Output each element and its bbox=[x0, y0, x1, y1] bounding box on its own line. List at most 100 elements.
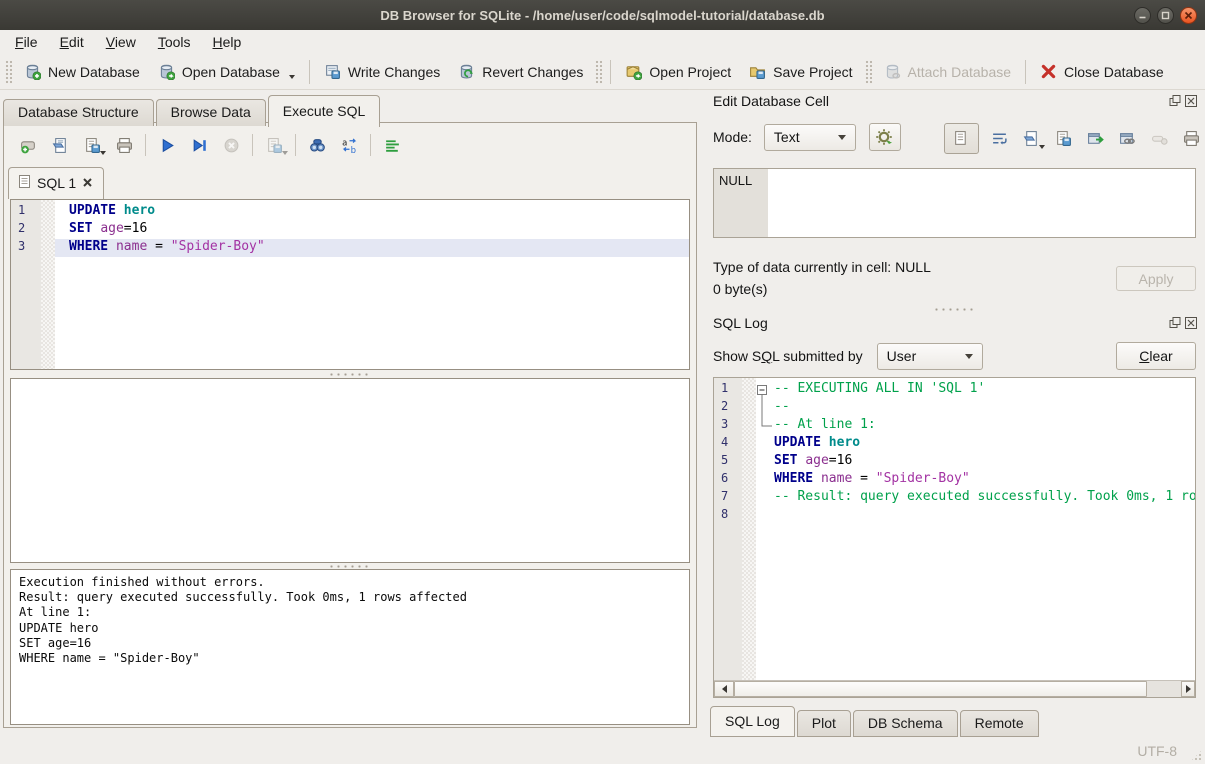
auto-format-button[interactable] bbox=[379, 132, 405, 158]
import-data-button[interactable] bbox=[1020, 127, 1043, 150]
scrollbar-thumb[interactable] bbox=[734, 681, 1147, 697]
fold-marker-empty bbox=[756, 471, 774, 489]
toolbar-button-label: Attach Database bbox=[908, 64, 1012, 80]
save-project-button[interactable]: Save Project bbox=[740, 58, 861, 85]
minimize-icon[interactable] bbox=[1134, 7, 1151, 24]
execute-all-button[interactable] bbox=[154, 132, 180, 158]
menu-edit[interactable]: Edit bbox=[49, 31, 95, 53]
execute-current-line-button[interactable] bbox=[186, 132, 212, 158]
toolbar-drag-handle[interactable] bbox=[865, 60, 872, 84]
menu-help[interactable]: Help bbox=[202, 31, 253, 53]
open-project-button[interactable]: Open Project bbox=[616, 58, 740, 85]
close-panel-icon[interactable] bbox=[1185, 317, 1197, 329]
encoding-indicator[interactable]: UTF-8 bbox=[1137, 743, 1177, 759]
chevron-down-icon[interactable] bbox=[100, 151, 106, 155]
toolbar-drag-handle[interactable] bbox=[595, 60, 602, 84]
menu-view[interactable]: View bbox=[95, 31, 147, 53]
log-filter-select[interactable]: User bbox=[877, 343, 983, 370]
mode-select[interactable]: Text bbox=[764, 124, 856, 151]
print-cell-button[interactable] bbox=[1180, 127, 1203, 150]
write-changes-icon bbox=[324, 63, 341, 80]
maximize-icon[interactable] bbox=[1157, 7, 1174, 24]
save-results-button[interactable] bbox=[261, 132, 287, 158]
toolbar-drag-handle[interactable] bbox=[5, 60, 12, 84]
chevron-down-icon[interactable] bbox=[282, 151, 288, 155]
menu-file[interactable]: File bbox=[4, 31, 49, 53]
close-icon[interactable] bbox=[1180, 7, 1197, 24]
close-panel-icon[interactable] bbox=[1185, 95, 1197, 107]
sql-editor[interactable]: 1UPDATE hero2SET age=163WHERE name = "Sp… bbox=[10, 199, 690, 370]
revert-changes-button[interactable]: Revert Changes bbox=[449, 58, 592, 85]
new-database-button[interactable]: New Database bbox=[15, 58, 149, 85]
text-view-button[interactable] bbox=[944, 123, 979, 154]
cell-value-editor[interactable]: NULL bbox=[713, 168, 1196, 238]
scroll-right-icon[interactable] bbox=[1181, 681, 1195, 697]
dock-tab-sql-log[interactable]: SQL Log bbox=[710, 706, 795, 737]
export-data-button[interactable] bbox=[1052, 127, 1075, 150]
dock-tab-plot[interactable]: Plot bbox=[797, 710, 851, 737]
toolbar-button-label: Save Project bbox=[773, 64, 852, 80]
apply-button[interactable]: Apply bbox=[1116, 266, 1196, 291]
open-database-button[interactable]: Open Database bbox=[149, 58, 304, 85]
word-wrap-button[interactable] bbox=[988, 127, 1011, 150]
auto-switch-mode-button[interactable] bbox=[869, 123, 901, 151]
toolbar-button-label: Open Database bbox=[182, 64, 280, 80]
tab-browse-data[interactable]: Browse Data bbox=[156, 99, 266, 126]
attach-database-icon bbox=[884, 63, 901, 80]
log-horizontal-scrollbar[interactable] bbox=[714, 680, 1195, 697]
fold-margin-cell bbox=[41, 239, 55, 257]
stop-execution-button[interactable] bbox=[218, 132, 244, 158]
scroll-left-icon[interactable] bbox=[714, 681, 734, 697]
copy-link-button[interactable] bbox=[1116, 127, 1139, 150]
svg-text:b: b bbox=[350, 145, 355, 153]
log-line[interactable]: 8 bbox=[714, 507, 1195, 525]
edit-cell-panel-title: Edit Database Cell bbox=[713, 93, 829, 109]
tab-execute-sql[interactable]: Execute SQL bbox=[268, 95, 381, 127]
sql-log-view[interactable]: 1-- EXECUTING ALL IN 'SQL 1'2--3-- At li… bbox=[713, 377, 1196, 698]
chevron-down-icon[interactable] bbox=[289, 75, 295, 79]
close-database-button[interactable]: Close Database bbox=[1031, 58, 1173, 85]
dock-tab-remote[interactable]: Remote bbox=[960, 710, 1039, 737]
resize-grip[interactable] bbox=[1190, 749, 1203, 762]
log-line[interactable]: 5SET age=16 bbox=[714, 453, 1195, 471]
edit-cell-panel-buttons bbox=[1169, 95, 1197, 107]
log-line[interactable]: 7-- Result: query executed successfully.… bbox=[714, 489, 1195, 507]
titlebar[interactable]: DB Browser for SQLite - /home/user/code/… bbox=[0, 0, 1205, 30]
log-line[interactable]: 3-- At line 1: bbox=[714, 417, 1195, 435]
write-changes-button[interactable]: Write Changes bbox=[315, 58, 449, 85]
log-line[interactable]: 4UPDATE hero bbox=[714, 435, 1195, 453]
results-grid-pane bbox=[10, 378, 690, 563]
save-sql-file-button[interactable] bbox=[79, 132, 105, 158]
code-text: -- Result: query executed successfully. … bbox=[756, 489, 1195, 507]
menu-tools[interactable]: Tools bbox=[147, 31, 202, 53]
dock-tab-db-schema[interactable]: DB Schema bbox=[853, 710, 958, 737]
clear-log-button[interactable]: Clear bbox=[1116, 342, 1196, 370]
fold-marker-icon[interactable] bbox=[756, 381, 774, 399]
attach-database-button[interactable]: Attach Database bbox=[875, 58, 1021, 85]
new-sql-tab-button[interactable] bbox=[15, 132, 41, 158]
float-panel-icon[interactable] bbox=[1169, 95, 1181, 107]
float-panel-icon[interactable] bbox=[1169, 317, 1181, 329]
chevron-down-icon[interactable] bbox=[1039, 145, 1045, 149]
find-button[interactable] bbox=[304, 132, 330, 158]
editor-line[interactable]: 3WHERE name = "Spider-Boy" bbox=[11, 239, 689, 257]
splitter-cell-log[interactable] bbox=[713, 306, 1196, 312]
print-sql-button[interactable] bbox=[111, 132, 137, 158]
open-external-button[interactable] bbox=[1084, 127, 1107, 150]
set-null-button[interactable] bbox=[1148, 127, 1171, 150]
execution-message-pane[interactable]: Execution finished without errors. Resul… bbox=[10, 569, 690, 725]
log-line[interactable]: 6WHERE name = "Spider-Boy" bbox=[714, 471, 1195, 489]
fold-margin-cell bbox=[742, 471, 756, 489]
splitter-editor-results[interactable] bbox=[10, 371, 690, 377]
log-line[interactable]: 1-- EXECUTING ALL IN 'SQL 1' bbox=[714, 381, 1195, 399]
open-sql-file-button[interactable] bbox=[47, 132, 73, 158]
find-replace-button[interactable]: ab bbox=[336, 132, 362, 158]
toolbar-button-label: Write Changes bbox=[348, 64, 440, 80]
log-line[interactable]: 2-- bbox=[714, 399, 1195, 417]
code-text: -- bbox=[756, 399, 1195, 417]
sql-doc-tab[interactable]: SQL 1 bbox=[8, 167, 104, 199]
close-tab-icon[interactable] bbox=[82, 175, 93, 191]
editor-line[interactable]: 2SET age=16 bbox=[11, 221, 689, 239]
tab-database-structure[interactable]: Database Structure bbox=[3, 99, 154, 126]
editor-line[interactable]: 1UPDATE hero bbox=[11, 203, 689, 221]
